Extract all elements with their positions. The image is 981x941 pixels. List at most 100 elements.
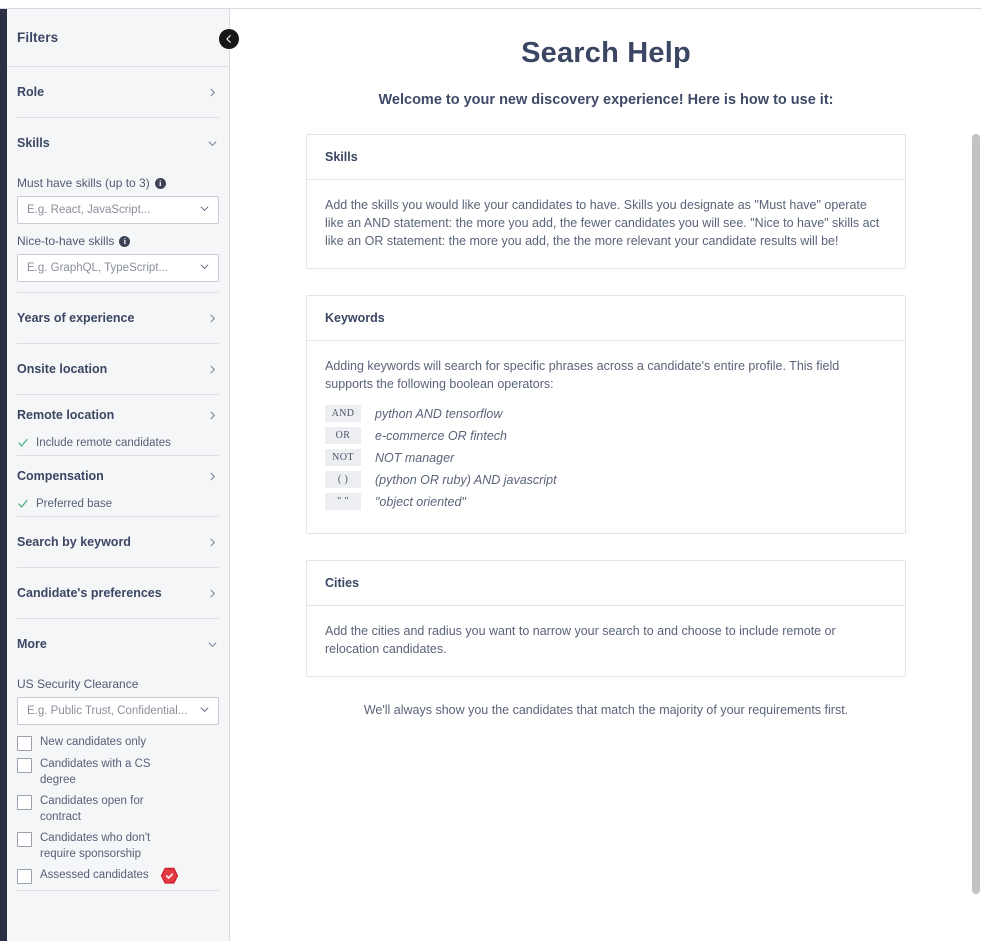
operator-row: NOT NOT manager [325, 449, 887, 466]
operator-example: e-commerce OR fintech [375, 428, 507, 443]
filter-section-remote-location-label: Remote location [17, 408, 115, 422]
checkbox-cs-degree[interactable]: Candidates with a CS degree [17, 757, 219, 788]
filter-section-skills[interactable]: Skills [17, 118, 219, 168]
page-title: Search Help [521, 37, 691, 69]
page-scrollbar-thumb[interactable] [972, 134, 980, 894]
filter-section-years-of-experience[interactable]: Years of experience [17, 293, 219, 343]
operator-row: " " "object oriented" [325, 493, 887, 510]
operator-tag: " " [325, 493, 361, 510]
operator-tag: OR [325, 427, 361, 444]
filter-section-more-label: More [17, 637, 47, 651]
chevron-right-icon [205, 408, 219, 422]
checkbox-label: Candidates open for contract [40, 795, 144, 823]
help-card-skills: Skills Add the skills you would like you… [306, 134, 906, 269]
sidebar-collapse-button[interactable] [219, 29, 239, 49]
operator-example: python AND tensorflow [375, 406, 503, 421]
filter-section-years-of-experience-label: Years of experience [17, 311, 135, 325]
chevron-down-icon [205, 136, 219, 150]
filter-section-role-label: Role [17, 85, 45, 99]
help-card-keywords: Keywords Adding keywords will search for… [306, 295, 906, 534]
chevron-left-icon [226, 35, 231, 43]
checkbox-new-candidates-only[interactable]: New candidates only [17, 735, 219, 751]
card-header: Skills [307, 135, 905, 180]
filter-section-candidates-preferences-label: Candidate's preferences [17, 586, 162, 600]
boolean-operators-list: AND python AND tensorflow OR e-commerce … [325, 405, 887, 510]
main-content: Search Help Welcome to your new discover… [231, 9, 981, 941]
chevron-right-icon [205, 469, 219, 483]
card-body: Add the cities and radius you want to na… [307, 606, 905, 676]
remote-location-summary-label: Include remote candidates [36, 437, 171, 449]
top-bar [0, 0, 981, 9]
operator-example: (python OR ruby) AND javascript [375, 472, 557, 487]
card-title: Keywords [325, 311, 385, 325]
checkbox-box[interactable] [17, 736, 32, 751]
chevron-right-icon [205, 535, 219, 549]
app-root: Filters Role Skills Must have skills (up… [0, 0, 981, 941]
filters-body: Role Skills Must have skills (up to 3) i… [7, 67, 229, 891]
info-icon[interactable]: i [154, 177, 166, 189]
operator-tag: AND [325, 405, 361, 422]
help-card-cities: Cities Add the cities and radius you wan… [306, 560, 906, 677]
filter-section-onsite-location[interactable]: Onsite location [17, 344, 219, 394]
checkbox-no-sponsorship[interactable]: Candidates who don't require sponsorship [17, 831, 219, 862]
checkbox-open-for-contract[interactable]: Candidates open for contract [17, 794, 219, 825]
check-icon [17, 437, 29, 449]
operator-row: OR e-commerce OR fintech [325, 427, 887, 444]
card-title: Skills [325, 150, 358, 164]
operator-tag: ( ) [325, 471, 361, 488]
checkbox-label: Candidates who don't require sponsorship [40, 832, 151, 860]
checkbox-box[interactable] [17, 758, 32, 773]
chevron-right-icon [205, 586, 219, 600]
compensation-summary: Preferred base [17, 498, 219, 510]
filter-section-search-by-keyword-label: Search by keyword [17, 535, 131, 549]
must-have-skills-label: Must have skills (up to 3) i [17, 176, 219, 190]
checkbox-box[interactable] [17, 795, 32, 810]
filter-section-more[interactable]: More [17, 619, 219, 669]
info-icon[interactable]: i [119, 235, 131, 247]
filter-section-compensation-label: Compensation [17, 469, 104, 483]
page-subtitle: Welcome to your new discovery experience… [378, 92, 834, 108]
chevron-down-icon [199, 259, 210, 277]
page-scrollbar[interactable] [969, 9, 981, 941]
check-icon [17, 498, 29, 510]
operator-row: AND python AND tensorflow [325, 405, 887, 422]
filters-sidebar: Filters Role Skills Must have skills (up… [7, 9, 230, 941]
must-have-skills-select[interactable]: E.g. React, JavaScript... [17, 196, 219, 224]
card-text: Add the cities and radius you want to na… [325, 624, 836, 656]
card-body: Adding keywords will search for specific… [307, 341, 905, 533]
checkbox-label: Assessed candidates [40, 869, 149, 882]
chevron-right-icon [205, 311, 219, 325]
filter-section-onsite-location-label: Onsite location [17, 362, 108, 376]
security-clearance-select[interactable]: E.g. Public Trust, Confidential... [17, 697, 219, 725]
footnote: We'll always show you the candidates tha… [363, 703, 849, 717]
security-clearance-placeholder: E.g. Public Trust, Confidential... [27, 705, 188, 717]
filter-section-remote-location[interactable]: Remote location [17, 395, 219, 435]
filter-section-candidates-preferences[interactable]: Candidate's preferences [17, 568, 219, 618]
nice-to-have-skills-placeholder: E.g. GraphQL, TypeScript... [27, 262, 169, 274]
compensation-summary-label: Preferred base [36, 498, 113, 510]
remote-location-summary: Include remote candidates [17, 437, 219, 449]
card-header: Keywords [307, 296, 905, 341]
filter-section-skills-label: Skills [17, 136, 50, 150]
filter-section-compensation[interactable]: Compensation [17, 456, 219, 496]
filter-section-search-by-keyword[interactable]: Search by keyword [17, 517, 219, 567]
checkbox-box[interactable] [17, 869, 32, 884]
chevron-down-icon [205, 637, 219, 651]
checkbox-assessed-candidates[interactable]: Assessed candidates [17, 867, 219, 884]
security-clearance-label: US Security Clearance [17, 677, 139, 691]
chevron-down-icon [199, 201, 210, 219]
nice-to-have-skills-label: Nice-to-have skills i [17, 234, 219, 248]
operator-example: NOT manager [375, 450, 455, 465]
chevron-down-icon [199, 702, 210, 720]
chevron-right-icon [205, 362, 219, 376]
operator-example: "object oriented" [375, 494, 466, 509]
divider [17, 890, 219, 891]
assessed-badge-icon [160, 867, 179, 884]
filter-section-role[interactable]: Role [17, 67, 219, 117]
operator-row: ( ) (python OR ruby) AND javascript [325, 471, 887, 488]
card-text: Add the skills you would like your candi… [325, 198, 880, 248]
checkbox-box[interactable] [17, 832, 32, 847]
nice-to-have-skills-select[interactable]: E.g. GraphQL, TypeScript... [17, 254, 219, 282]
chevron-right-icon [205, 85, 219, 99]
checkbox-label: New candidates only [40, 736, 147, 748]
